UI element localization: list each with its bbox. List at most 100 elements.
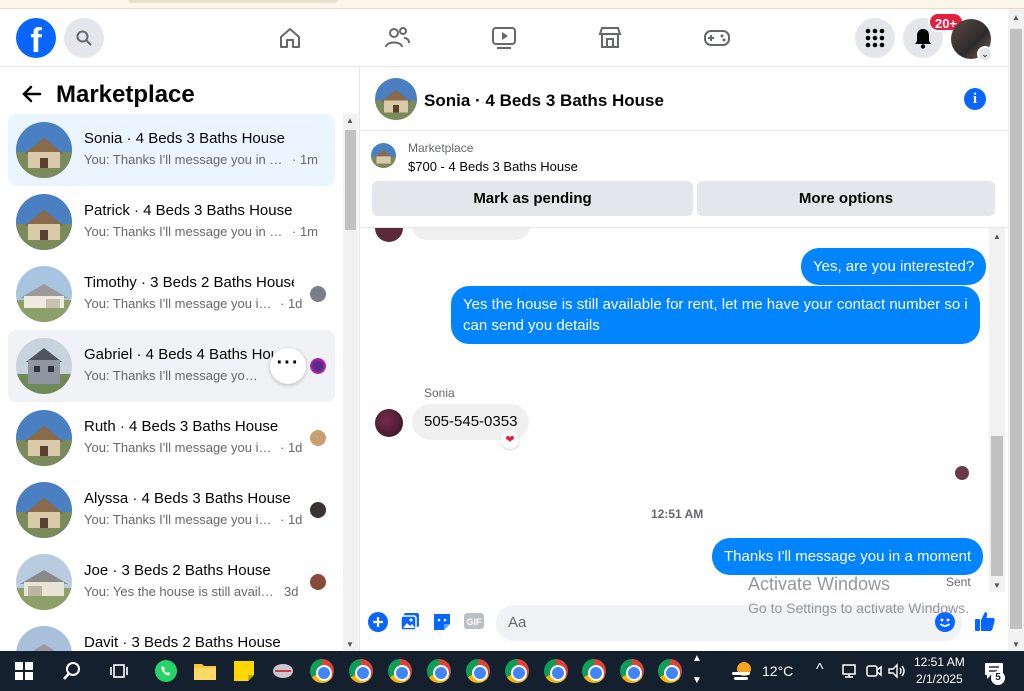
page-scrollbar[interactable]: ▲ ▼ [1008,9,1024,651]
more-options-button[interactable]: More options [697,181,995,216]
friends-nav-button[interactable] [382,23,412,53]
sidebar-scrollbar[interactable]: ▲ ▼ [343,114,358,651]
facebook-logo-icon[interactable]: f [16,18,56,58]
conversation-item[interactable]: Joe · 3 Beds 2 Baths House You: Yes the … [8,546,335,618]
volume-button[interactable] [883,657,911,685]
message-bubble-in [411,228,531,240]
menu-button[interactable] [855,18,895,58]
conversation-snippet: You: Thanks I'll message you in a moment [84,512,274,527]
conversation-item[interactable]: Sonia · 4 Beds 3 Baths House You: Thanks… [8,114,335,186]
gaming-nav-button[interactable] [702,23,732,53]
conversation-snippet: You: Thanks I'll message you in a moment [84,296,274,311]
conversation-time: · 1d [280,512,303,527]
info-icon[interactable]: i [964,88,986,110]
conversation-name: Gabriel · 4 Beds 4 Baths House [84,346,274,363]
file-explorer-button[interactable] [191,657,219,685]
whatsapp-taskbar-button[interactable] [152,657,180,685]
conversation-name: Sonia · 4 Beds 3 Baths House [84,130,285,147]
taskbar-chevron-down-icon[interactable]: ▼ [692,675,702,686]
read-receipt-avatar [310,502,326,518]
chrome-icon [544,659,568,683]
chrome-taskbar-button[interactable] [308,657,336,685]
home-nav-button[interactable] [275,23,305,53]
heart-reaction-icon[interactable]: ❤ [501,431,519,449]
chrome-taskbar-button[interactable] [656,657,684,685]
grid-menu-icon [865,28,885,48]
home-icon [280,28,300,48]
chrome-taskbar-button[interactable] [425,657,453,685]
chrome-taskbar-button[interactable] [347,657,375,685]
mark-as-pending-button[interactable]: Mark as pending [372,181,693,216]
listing-thumbnail [16,338,72,394]
sticker-icon[interactable] [432,612,454,634]
whatsapp-icon [155,660,177,682]
gif-icon[interactable]: GIF [463,611,485,633]
conversation-item[interactable]: Ruth · 4 Beds 3 Baths House You: Thanks … [8,402,335,474]
message-bubble-out[interactable]: Yes the house is still available for ren… [451,286,980,344]
conversation-time: · 1m [292,224,318,239]
listing-thumbnail [16,266,72,322]
chevron-down-icon[interactable]: ⌄ [977,46,993,62]
task-view-button[interactable] [105,657,133,685]
sticky-note-icon [234,661,254,681]
page-title: Marketplace [56,81,195,108]
listing-price[interactable]: $700 - 4 Beds 3 Baths House [408,159,578,174]
conversation-item[interactable]: Gabriel · 4 Beds 4 Baths House You: Than… [8,330,335,402]
taskbar-search-button[interactable] [58,657,86,685]
message-bubble-out[interactable]: Yes, are you interested? [801,248,987,285]
weather-widget[interactable] [728,657,756,685]
chrome-icon [388,659,412,683]
photo-icon[interactable] [400,612,422,634]
chrome-taskbar-button[interactable] [386,657,414,685]
activate-windows-subtitle: Go to Settings to activate Windows. [748,600,969,616]
sender-name: Sonia [424,386,455,400]
marketplace-listing-card: Marketplace $700 - 4 Beds 3 Baths House … [361,132,1008,228]
camera-icon [866,665,882,677]
chrome-icon [658,659,682,683]
marketplace-nav-button[interactable] [595,23,625,53]
conversation-item[interactable]: Patrick · 4 Beds 3 Baths House You: Than… [8,186,335,258]
clock-time[interactable]: 12:51 AM [914,655,965,669]
browser-top-strip [0,0,1024,9]
sticky-notes-button[interactable] [230,657,258,685]
plus-icon[interactable] [368,612,390,634]
taskbar-chevron-up-icon[interactable]: ▲ [692,653,702,664]
back-arrow-icon[interactable] [22,83,42,111]
bell-icon [915,29,931,49]
chrome-taskbar-button[interactable] [464,657,492,685]
clock-date[interactable]: 2/1/2025 [916,672,963,686]
chat-title[interactable]: Sonia · 4 Beds 3 Baths House [424,91,664,111]
conversation-item[interactable]: Davit · 3 Beds 2 Baths House [8,618,335,651]
video-icon [492,27,516,49]
listing-thumbnail[interactable] [371,143,396,168]
conversation-snippet: You: Thanks I'll message you in a moment [84,440,274,455]
sender-avatar[interactable] [375,409,403,437]
chrome-icon [620,659,644,683]
conversation-name: Joe · 3 Beds 2 Baths House [84,562,271,579]
like-icon[interactable] [974,610,998,634]
read-receipt-avatar [310,286,326,302]
conversation-item[interactable]: Timothy · 3 Beds 2 Baths House You: Than… [8,258,335,330]
notification-count-badge: 5 [991,671,1005,685]
show-hidden-icons-icon[interactable]: ^ [816,661,824,679]
more-options-button[interactable]: ··· [270,348,306,384]
chrome-taskbar-button[interactable] [503,657,531,685]
conversation-item[interactable]: Alyssa · 4 Beds 3 Baths House You: Thank… [8,474,335,546]
weather-temperature[interactable]: 12°C [762,663,793,679]
conversation-snippet: You: Thanks I'll message you in a moment [84,152,284,167]
search-icon [63,662,80,680]
message-scrollbar[interactable]: ▲ ▼ [989,228,1005,592]
speaker-icon [888,663,905,679]
message-bubble-out[interactable]: Thanks I'll message you in a moment [712,538,984,575]
chrome-taskbar-button[interactable] [618,657,646,685]
chat-avatar[interactable] [375,78,417,120]
chrome-taskbar-button[interactable] [542,657,570,685]
conversation-snippet: You: Thanks I'll message you in a moment [84,224,284,239]
chrome-icon [582,659,606,683]
app-taskbar-button[interactable] [269,657,297,685]
friends-icon [385,27,410,48]
chrome-taskbar-button[interactable] [580,657,608,685]
windows-start-button[interactable] [10,657,38,685]
watch-nav-button[interactable] [489,23,519,53]
search-button[interactable] [64,18,104,58]
